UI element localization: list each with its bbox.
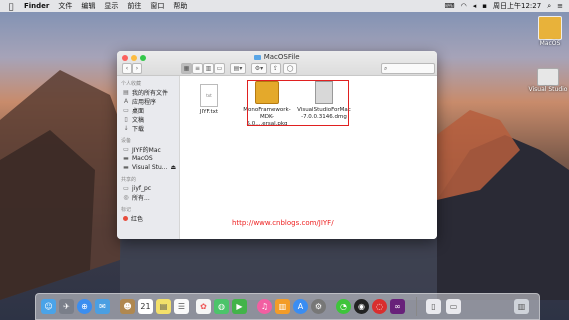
sidebar-item-tag-red[interactable]: 红色	[117, 214, 179, 223]
wechat-icon[interactable]: ◔	[336, 299, 351, 314]
menu-file[interactable]: 文件	[58, 1, 72, 11]
cover-flow-button[interactable]: ▭	[214, 63, 225, 74]
documents-stack-icon[interactable]: ▭	[446, 299, 461, 314]
ibooks-icon[interactable]: ▥	[275, 299, 290, 314]
desktop-icon: ▭	[123, 106, 129, 114]
spotlight-icon[interactable]: ⌕	[547, 2, 551, 11]
launchpad-icon[interactable]: ✈	[59, 299, 74, 314]
safari-icon[interactable]: ⊕	[77, 299, 92, 314]
menu-clock[interactable]: 周日上午12:27	[493, 1, 541, 11]
search-input[interactable]: ⌕	[381, 63, 435, 74]
downloads-stack-icon[interactable]: ▯	[426, 299, 441, 314]
messages-icon[interactable]: ◍	[214, 299, 229, 314]
desktop-icon-label: MacOS	[539, 40, 561, 47]
red-highlight-box	[247, 80, 349, 126]
wifi-icon[interactable]: ◠	[461, 2, 467, 10]
preferences-icon[interactable]: ⚙	[311, 299, 326, 314]
arrange-button[interactable]: ▤▾	[230, 63, 246, 74]
toolbar: ‹ › ▦ ≡ ▥ ▭ ▤▾ ⚙▾ ⇪ ◯ ⌕	[117, 63, 437, 75]
disk-image-icon: ▬	[123, 163, 129, 171]
action-gear-icon[interactable]: ⚙▾	[251, 63, 267, 74]
column-view-button[interactable]: ▥	[203, 63, 214, 74]
apple-icon[interactable]: 	[6, 2, 16, 11]
red-tag-icon	[123, 216, 128, 221]
all-files-icon: ▤	[123, 88, 129, 96]
mail-icon[interactable]: ✉	[95, 299, 110, 314]
menu-view[interactable]: 显示	[104, 1, 118, 11]
sidebar-item-downloads[interactable]: ↓ 下载	[117, 124, 179, 133]
notification-icon[interactable]: ≡	[557, 2, 563, 10]
desktop-icon-macos[interactable]: MacOS	[536, 16, 564, 47]
network-computer-icon: ▭	[123, 184, 129, 192]
documents-icon: ▯	[124, 115, 128, 123]
keyboard-icon[interactable]: ⌨	[445, 2, 455, 10]
share-icon[interactable]: ⇪	[270, 63, 281, 74]
desktop-icon-label: Visual Studio	[528, 86, 568, 93]
sidebar-item-jiyf-pc[interactable]: ▭ jiyf_pc	[117, 184, 179, 193]
notes-icon[interactable]: ▤	[156, 299, 171, 314]
sidebar-item-documents[interactable]: ▯ 文稿	[117, 115, 179, 124]
netease-icon[interactable]: ◌	[372, 299, 387, 314]
drive-icon: ▬	[123, 154, 129, 162]
drive-icon	[538, 16, 562, 40]
itunes-icon[interactable]: ♫	[257, 299, 272, 314]
flag-icon[interactable]: ▪	[482, 2, 487, 10]
file-jiyf-txt[interactable]: txt JIYF.txt	[190, 84, 228, 116]
trash-icon[interactable]: ▥	[514, 299, 529, 314]
eject-icon[interactable]: ⏏	[171, 164, 177, 171]
watermark-text: http://www.cnblogs.com/JIYF/	[232, 219, 334, 227]
appstore-icon[interactable]: A	[293, 299, 308, 314]
menu-help[interactable]: 帮助	[173, 1, 187, 11]
sidebar-item-macos[interactable]: ▬ MacOS	[117, 154, 179, 163]
sidebar-section-devices: 设备	[121, 138, 132, 144]
downloads-icon: ↓	[123, 124, 129, 132]
network-icon: ◎	[123, 193, 129, 201]
folder-icon	[254, 54, 262, 60]
desktop-icon-visual-studio[interactable]: Visual Studio	[528, 68, 568, 93]
sidebar-section-shared: 共享的	[121, 177, 137, 183]
contacts-icon[interactable]: ☻	[120, 299, 135, 314]
reminders-icon[interactable]: ☰	[174, 299, 189, 314]
sidebar-section-favorites: 个人收藏	[121, 81, 142, 87]
finder-icon[interactable]: ☺	[41, 299, 56, 314]
menu-edit[interactable]: 编辑	[81, 1, 95, 11]
volume-icon[interactable]: ◂	[473, 2, 477, 10]
sidebar: 个人收藏 ▤ 我的所有文件 A 应用程序 ▭ 桌面 ▯ 文稿 ↓ 下载 设备 ▭ JIYF的…	[117, 76, 180, 239]
sidebar-item-applications[interactable]: A 应用程序	[117, 97, 179, 106]
sidebar-item-mac[interactable]: ▭ JIYF的Mac	[117, 145, 179, 154]
sidebar-item-all-files[interactable]: ▤ 我的所有文件	[117, 88, 179, 97]
menu-go[interactable]: 前往	[127, 1, 141, 11]
visualstudio-icon[interactable]: ∞	[390, 299, 405, 314]
sidebar-item-visual-studio[interactable]: ▬ Visual Stu... ⏏	[117, 163, 179, 172]
applications-icon: A	[123, 97, 129, 105]
sidebar-item-all-shared[interactable]: ◎ 所有...	[117, 193, 179, 202]
text-file-icon: txt	[200, 84, 218, 107]
forward-button[interactable]: ›	[132, 63, 142, 74]
photos-icon[interactable]: ✿	[196, 299, 211, 314]
back-button[interactable]: ‹	[122, 63, 132, 74]
icon-view-button[interactable]: ▦	[181, 63, 192, 74]
qq-icon[interactable]: ◉	[354, 299, 369, 314]
menu-window[interactable]: 窗口	[150, 1, 164, 11]
sidebar-section-tags: 标记	[121, 207, 132, 213]
title-bar: MacOSFile ‹ › ▦ ≡ ▥ ▭ ▤▾ ⚙▾ ⇪ ◯ ⌕	[117, 51, 437, 76]
menu-bar:  Finder 文件 编辑 显示 前往 窗口 帮助 ⌨ ◠ ◂ ▪ 周日上午1…	[0, 0, 569, 12]
tag-icon[interactable]: ◯	[283, 63, 297, 74]
dock-separator	[416, 297, 417, 316]
menu-app-finder[interactable]: Finder	[24, 2, 49, 10]
calendar-icon[interactable]: 21	[138, 299, 153, 314]
file-name: JIYF.txt	[199, 109, 219, 115]
window-title: MacOSFile	[117, 53, 437, 61]
disk-image-icon	[537, 68, 559, 86]
computer-icon: ▭	[123, 145, 129, 153]
sidebar-item-desktop[interactable]: ▭ 桌面	[117, 106, 179, 115]
dock: ☺ ✈ ⊕ ✉ ☻ 21 ▤ ☰ ✿ ◍ ▶ ♫ ▥ A ⚙ ◔ ◉ ◌ ∞ ▯…	[35, 293, 540, 320]
facetime-icon[interactable]: ▶	[232, 299, 247, 314]
list-view-button[interactable]: ≡	[192, 63, 203, 74]
